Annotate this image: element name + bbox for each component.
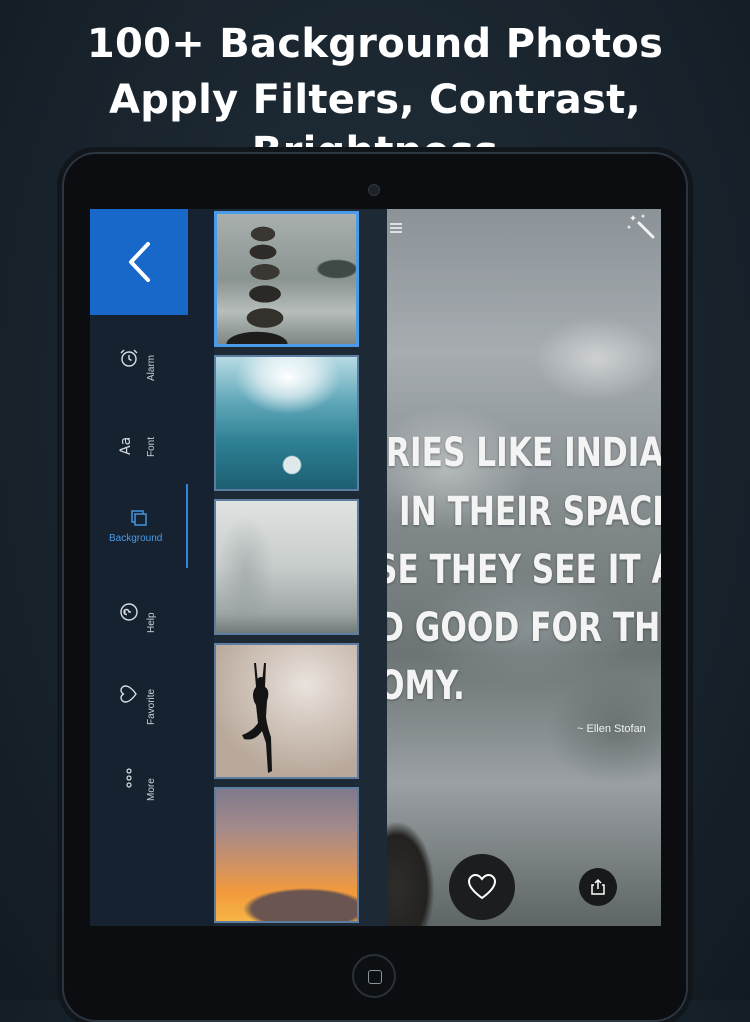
nav-label-alarm: Alarm — [146, 354, 157, 381]
nav-item-background[interactable]: Background — [90, 487, 188, 579]
background-thumbnail[interactable] — [214, 499, 359, 635]
alarm-clock-icon — [120, 349, 138, 367]
nav-label-more: More — [146, 778, 157, 801]
font-aa-icon: Aa — [118, 436, 134, 455]
heart-icon — [120, 685, 137, 703]
nav-label-favorite: Favorite — [146, 688, 157, 725]
quote-author: ~ Ellen Stofan — [577, 723, 646, 735]
quote-line: IN THEIR SPACE — [399, 489, 661, 535]
heart-outline-icon — [467, 873, 497, 900]
help-icon — [120, 603, 138, 621]
app-screen: RIES LIKE INDIA IN THEIR SPACE SE THEY S… — [90, 209, 661, 926]
quote-line: D GOOD FOR THEIR — [378, 605, 661, 651]
nav-item-alarm[interactable]: Alarm — [90, 319, 188, 411]
quote-line: OMY. — [378, 663, 465, 709]
hamburger-menu-icon[interactable] — [390, 223, 402, 233]
nav-label-help: Help — [146, 612, 157, 633]
foreground-rock — [387, 799, 447, 926]
chevron-left-icon — [129, 242, 150, 282]
nav-item-font[interactable]: Aa Font — [90, 405, 188, 497]
quote-line: RIES LIKE INDIA — [386, 430, 661, 476]
nav-label-background: Background — [109, 533, 163, 544]
side-nav: Alarm Aa Font Background Help Favorite M… — [90, 209, 214, 926]
active-indicator — [186, 484, 188, 568]
share-icon — [591, 878, 605, 895]
nav-item-favorite[interactable]: Favorite — [90, 655, 188, 747]
nav-label-font: Font — [146, 436, 157, 457]
quote-line: SE THEY SEE IT AS — [375, 547, 661, 593]
home-button[interactable] — [352, 954, 396, 998]
magic-wand-icon[interactable] — [625, 211, 657, 241]
layers-icon — [131, 510, 147, 526]
background-thumbnail[interactable] — [214, 643, 359, 779]
background-thumbnail-list — [214, 209, 387, 926]
background-thumbnail[interactable] — [214, 355, 359, 491]
nav-item-more[interactable]: More — [90, 739, 188, 831]
home-square-icon — [368, 970, 382, 984]
favorite-heart-button[interactable] — [449, 854, 515, 920]
nav-item-help[interactable]: Help — [90, 573, 188, 665]
background-thumbnail[interactable] — [214, 211, 359, 347]
more-dots-icon — [126, 768, 132, 788]
yoga-silhouette — [242, 663, 272, 773]
back-button[interactable] — [90, 209, 188, 315]
share-button[interactable] — [579, 868, 617, 906]
headline-line-1: 100+ Background Photos — [86, 21, 664, 67]
front-camera — [368, 184, 380, 196]
background-thumbnail[interactable] — [214, 787, 359, 923]
